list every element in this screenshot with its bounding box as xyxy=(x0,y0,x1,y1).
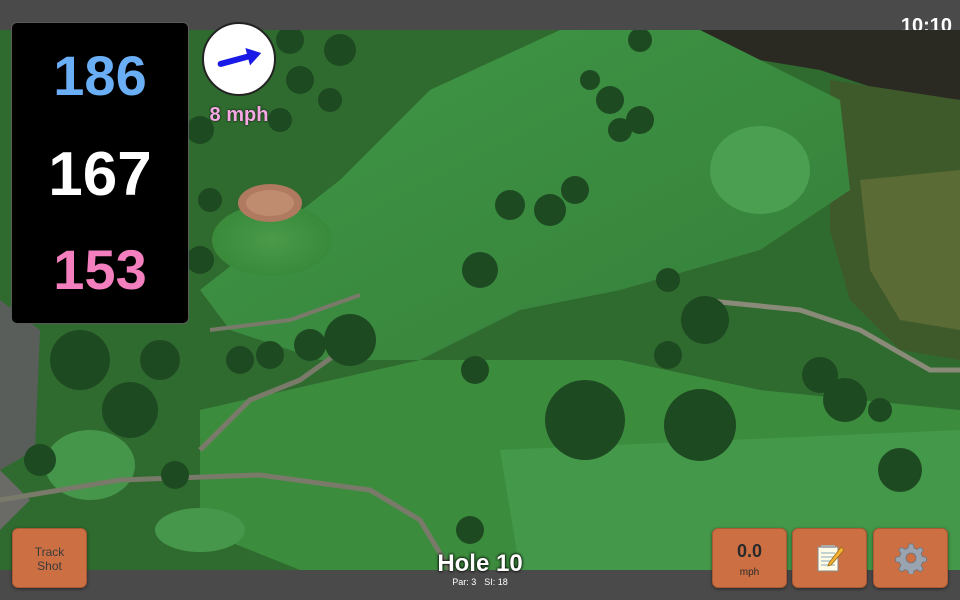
wind-arrow-icon xyxy=(217,47,262,67)
front-distance: 153 xyxy=(53,238,147,301)
speed-unit: mph xyxy=(739,567,760,578)
hole-title: Hole 10 xyxy=(437,550,523,577)
track-shot-label-line2: Shot xyxy=(37,559,62,573)
notes-button[interactable] xyxy=(792,528,867,588)
wind-direction-indicator xyxy=(202,22,276,96)
speed-value: 0.0 xyxy=(736,541,763,561)
gear-icon xyxy=(894,543,927,574)
track-shot-label-line1: Track xyxy=(34,545,65,559)
back-distance: 186 xyxy=(53,44,147,107)
par-label: Par: 3 xyxy=(452,577,477,587)
stroke-index-label: SI: 18 xyxy=(484,577,508,587)
track-shot-button[interactable]: Track Shot xyxy=(12,528,87,588)
middle-distance: 167 xyxy=(48,140,152,209)
notepad-pencil-icon xyxy=(817,545,845,572)
settings-button[interactable] xyxy=(873,528,948,588)
speed-button[interactable]: 0.0 mph xyxy=(712,528,787,588)
hole-info: Par: 3 SI: 18 xyxy=(380,577,580,587)
distance-panel: 186 167 153 xyxy=(11,22,189,324)
wind-speed-label: 8 mph xyxy=(209,104,269,126)
